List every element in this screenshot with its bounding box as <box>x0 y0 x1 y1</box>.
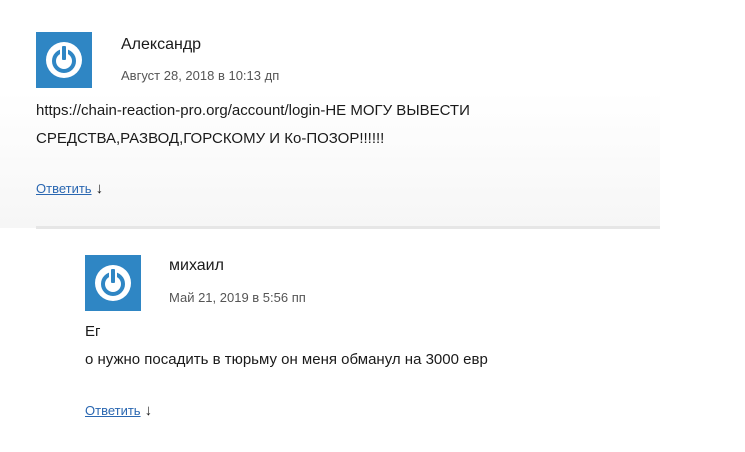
reply-link[interactable]: Ответить <box>85 403 141 418</box>
comment-text-line: о нужно посадить в тюрьму он меня обману… <box>85 351 488 368</box>
comment-author: Александр <box>121 36 202 53</box>
power-icon <box>93 263 133 303</box>
comment-date: Май 21, 2019 в 5:56 пп <box>169 290 306 305</box>
comment-text-line: СРЕДСТВА,РАЗВОД,ГОРСКОМУ И Ко-ПОЗОР!!!!!… <box>36 130 385 147</box>
comment-author: михаил <box>169 257 224 274</box>
reply-row: Ответить ↓ <box>85 402 152 419</box>
avatar <box>85 255 141 311</box>
comment-date: Август 28, 2018 в 10:13 дп <box>121 68 280 83</box>
reply-link[interactable]: Ответить <box>36 181 92 196</box>
reply-row: Ответить ↓ <box>36 180 103 197</box>
comment-text: https://chain-reaction-pro.org/account/l… <box>36 97 656 153</box>
comment-divider <box>36 226 660 229</box>
arrow-down-icon: ↓ <box>95 180 104 197</box>
power-icon <box>44 40 84 80</box>
comment-text-line: https://chain-reaction-pro.org/account/l… <box>36 102 470 119</box>
comment-text-line: Ег <box>85 323 101 340</box>
comment-text: Ег о нужно посадить в тюрьму он меня обм… <box>85 318 665 374</box>
arrow-down-icon: ↓ <box>144 402 153 419</box>
avatar <box>36 32 92 88</box>
